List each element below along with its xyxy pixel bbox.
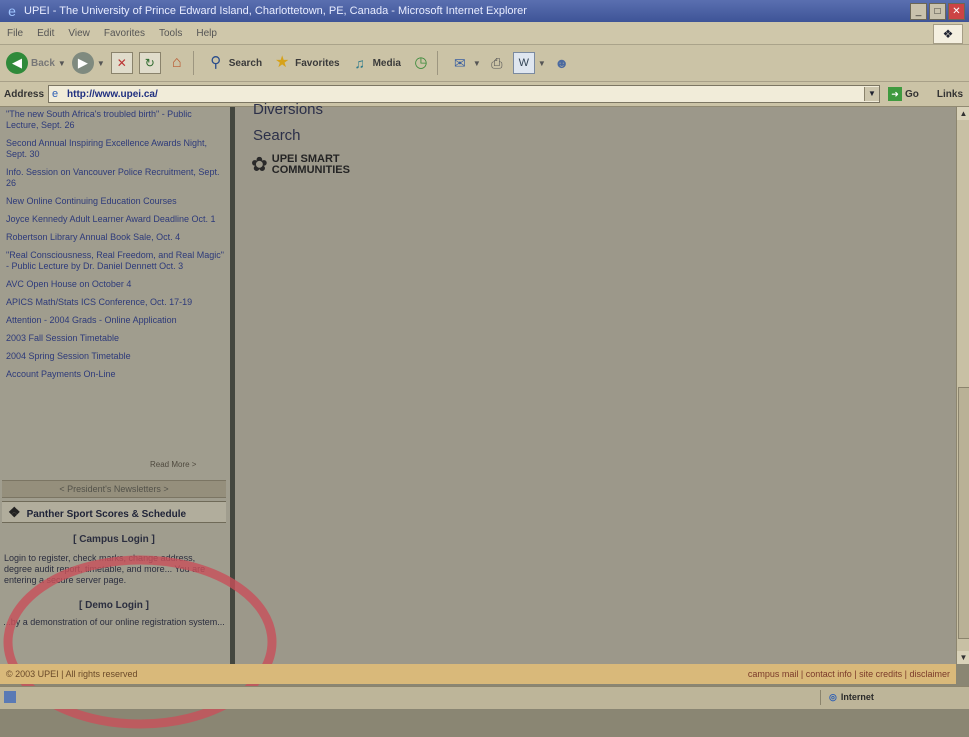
panther-icon: ❖ — [8, 504, 21, 520]
news-item-7[interactable]: "Real Consciousness, Real Freedom, and R… — [6, 250, 224, 272]
vertical-scrollbar[interactable]: ▲ ▼ — [956, 107, 969, 664]
campus-login-panel: [ Campus Login ] Login to register, chec… — [2, 530, 226, 628]
address-input[interactable]: e http://www.upei.ca/ ▼ — [48, 85, 881, 103]
edit-dropdown-icon[interactable]: ▼ — [538, 59, 546, 68]
menu-view[interactable]: View — [61, 28, 97, 39]
forward-button[interactable]: ▶ ▼ — [71, 52, 105, 74]
zone-label: Internet — [840, 692, 874, 702]
media-icon: ♫ — [354, 55, 365, 71]
smart-logo-line1: UPEI SMART — [271, 152, 340, 165]
search-icon: ⚲ — [210, 54, 222, 71]
print-icon[interactable]: ⎙ — [487, 53, 507, 73]
demo-description: ...by a demonstration of our online regi… — [3, 617, 225, 627]
menu-tools[interactable]: Tools — [152, 28, 189, 39]
news-item-1[interactable]: "The new South Africa's troubled birth" … — [6, 109, 224, 131]
menu-file[interactable]: File — [0, 28, 30, 39]
upei-smart-communities-logo[interactable]: ✿ UPEI SMART COMMUNITIES — [251, 152, 350, 177]
left-panel: "The new South Africa's troubled birth" … — [0, 107, 235, 664]
minimize-button[interactable]: _ — [910, 2, 927, 20]
news-item-12[interactable]: 2004 Spring Session Timetable — [6, 351, 224, 362]
windows-logo-icon: ❖ — [933, 24, 963, 44]
ie-icon: e — [8, 3, 16, 19]
menu-help[interactable]: Help — [189, 28, 224, 39]
refresh-icon[interactable]: ↻ — [138, 52, 161, 74]
security-zone: ◎ Internet — [820, 690, 969, 705]
media-button[interactable]: ♫ Media — [346, 53, 401, 73]
panther-sport-link[interactable]: ❖ Panther Sport Scores & Schedule — [2, 501, 226, 523]
panther-sport-label: Panther Sport Scores & Schedule — [26, 509, 187, 520]
smart-logo-line2: COMMUNITIES — [271, 163, 350, 176]
address-url: http://www.upei.ca/ — [67, 88, 158, 100]
search-button[interactable]: ⚲ Search — [206, 53, 262, 73]
go-button[interactable]: ➜ Go — [888, 87, 919, 101]
back-arrow-icon: ◀ — [6, 52, 28, 74]
go-label: Go — [905, 88, 919, 100]
search-link[interactable]: Search — [253, 127, 301, 144]
toolbar-separator-2 — [436, 51, 438, 75]
toolbar-separator — [192, 51, 194, 75]
campus-login-link[interactable]: [ Campus Login ] — [2, 534, 226, 545]
title-bar: e UPEI - The University of Prince Edward… — [0, 0, 969, 22]
presidents-newsletters-link[interactable]: < President's Newsletters > — [2, 480, 226, 498]
copyright-text: © 2003 UPEI | All rights reserved — [6, 669, 138, 679]
news-item-9[interactable]: APICS Math/Stats ICS Conference, Oct. 17… — [6, 297, 224, 308]
stop-icon[interactable]: ✕ — [110, 52, 133, 74]
favorites-button[interactable]: ★ Favorites — [268, 53, 340, 73]
status-bar: ◎ Internet — [0, 686, 969, 709]
news-item-13[interactable]: Account Payments On-Line — [6, 369, 224, 380]
maple-leaf-icon: ✿ — [251, 154, 268, 176]
links-button[interactable]: Links — [937, 89, 963, 100]
diversions-link[interactable]: Diversions — [253, 101, 323, 118]
scroll-up-icon[interactable]: ▲ — [957, 107, 969, 120]
globe-icon: ◎ — [829, 692, 837, 702]
news-item-8[interactable]: AVC Open House on October 4 — [6, 279, 224, 290]
read-more-link[interactable]: Read More > — [150, 460, 196, 469]
maximize-button[interactable]: □ — [929, 2, 946, 20]
mail-icon[interactable]: ✉ — [450, 53, 470, 73]
back-button[interactable]: ◀ Back ▼ — [6, 52, 66, 74]
menu-edit[interactable]: Edit — [30, 28, 61, 39]
window-title: UPEI - The University of Prince Edward I… — [24, 5, 527, 17]
menu-favorites[interactable]: Favorites — [97, 28, 152, 39]
close-button[interactable]: ✕ — [948, 2, 965, 20]
address-dropdown-icon[interactable]: ▼ — [864, 87, 880, 101]
menu-bar: File Edit View Favorites Tools Help ❖ — [0, 22, 969, 45]
footer-links[interactable]: campus mail | contact info | site credit… — [748, 664, 950, 684]
news-item-6[interactable]: Robertson Library Annual Book Sale, Oct.… — [6, 232, 224, 243]
scroll-thumb[interactable] — [958, 387, 969, 639]
news-item-4[interactable]: New Online Continuing Education Courses — [6, 196, 224, 207]
demo-login-link[interactable]: [ Demo Login ] — [2, 600, 226, 611]
news-item-2[interactable]: Second Annual Inspiring Excellence Award… — [6, 138, 224, 160]
news-item-10[interactable]: Attention - 2004 Grads - Online Applicat… — [6, 315, 224, 326]
home-icon[interactable]: ⌂ — [167, 53, 187, 73]
scroll-down-icon[interactable]: ▼ — [957, 651, 969, 664]
right-panel: Diversions Search ✿ UPEI SMART COMMUNITI… — [235, 101, 956, 664]
news-list: "The new South Africa's troubled birth" … — [4, 107, 224, 387]
done-page-icon — [4, 691, 16, 703]
page-content: "The new South Africa's troubled birth" … — [0, 101, 956, 729]
address-bar: Address e http://www.upei.ca/ ▼ ➜ Go Lin… — [0, 82, 969, 107]
forward-arrow-icon: ▶ — [71, 52, 94, 74]
messenger-icon[interactable]: ☻ — [552, 53, 572, 73]
edit-page-icon[interactable]: W — [512, 52, 535, 74]
history-icon[interactable]: ◷ — [411, 53, 431, 73]
login-description: Login to register, check marks, change a… — [4, 553, 206, 585]
news-item-5[interactable]: Joyce Kennedy Adult Learner Award Deadli… — [6, 214, 224, 225]
news-item-11[interactable]: 2003 Fall Session Timetable — [6, 333, 224, 344]
page-icon: e — [52, 88, 59, 100]
go-arrow-icon: ➜ — [888, 87, 903, 101]
favorites-label: Favorites — [295, 57, 340, 69]
back-dropdown-icon[interactable]: ▼ — [58, 59, 66, 68]
back-label: Back — [31, 57, 55, 69]
forward-dropdown-icon[interactable]: ▼ — [97, 59, 105, 68]
toolbar: ◀ Back ▼ ▶ ▼ ✕ ↻ ⌂ ⚲ Search ★ Favorites … — [0, 45, 969, 82]
favorites-star-icon: ★ — [274, 54, 290, 71]
page-footer: © 2003 UPEI | All rights reserved campus… — [0, 664, 956, 684]
address-label: Address — [4, 88, 45, 100]
mail-dropdown-icon[interactable]: ▼ — [473, 59, 481, 68]
news-item-3[interactable]: Info. Session on Vancouver Police Recrui… — [6, 167, 224, 189]
media-label: Media — [372, 57, 401, 69]
search-label: Search — [228, 57, 263, 69]
